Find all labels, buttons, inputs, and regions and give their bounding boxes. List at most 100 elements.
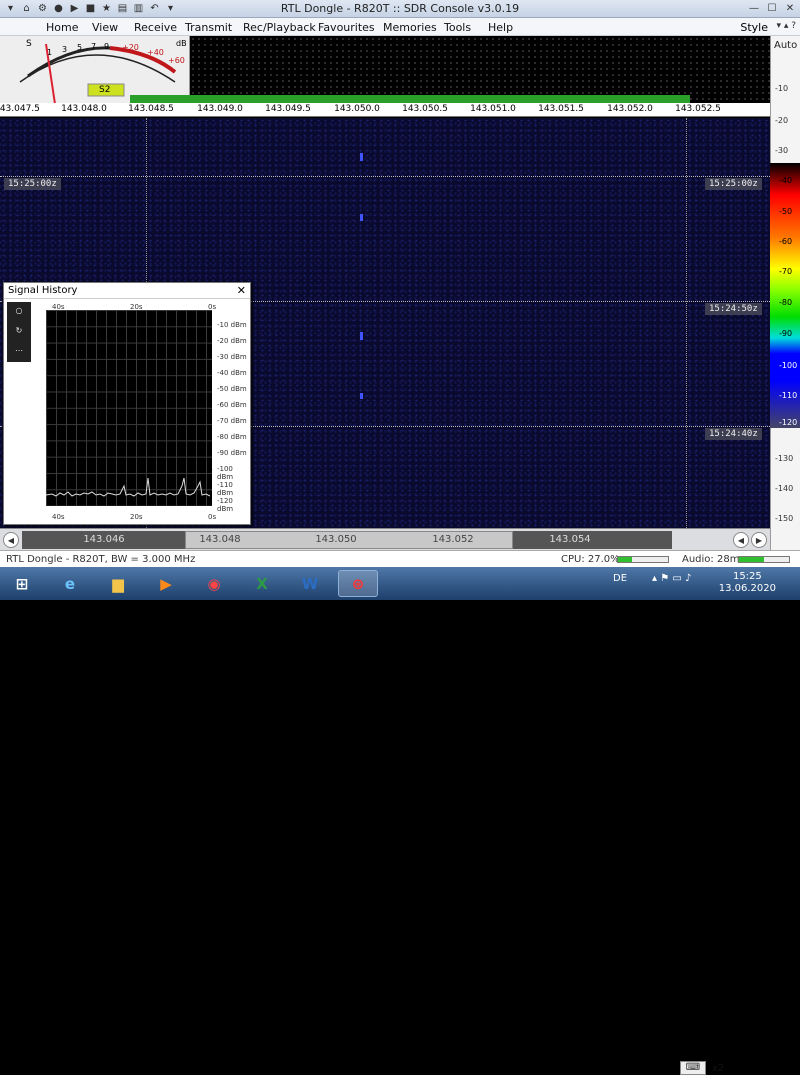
- menu-memories[interactable]: Memories: [383, 21, 437, 34]
- signal-history-titlebar[interactable]: Signal History ✕: [4, 283, 250, 299]
- signal-trace: [360, 214, 363, 221]
- refresh-icon[interactable]: ↻: [10, 326, 28, 340]
- chrome-icon[interactable]: ◉: [194, 570, 234, 597]
- scroll-left-icon[interactable]: ◀: [3, 532, 19, 548]
- freq-label: 143.049.0: [197, 104, 243, 114]
- status-bar: RTL Dongle - R820T, BW = 3.000 MHz CPU: …: [0, 550, 800, 567]
- menu-transmit[interactable]: Transmit: [185, 21, 232, 34]
- color-label: -60: [779, 237, 793, 246]
- maximize-button[interactable]: ☐: [764, 1, 780, 16]
- scroll-label: 143.052: [432, 534, 474, 545]
- device-status: RTL Dongle - R820T, BW = 3.000 MHz: [6, 554, 196, 565]
- menu-tools[interactable]: Tools: [444, 21, 471, 34]
- spectrum-display[interactable]: [190, 36, 770, 102]
- clock-time: 15:25: [732, 571, 762, 582]
- freq-label: 143.052.0: [607, 104, 653, 114]
- s-label: S: [26, 39, 32, 49]
- scale-plus60: +60: [168, 56, 185, 65]
- scroll-label: 143.046: [83, 534, 125, 545]
- color-label: -80: [779, 298, 793, 307]
- frequency-scrollbar[interactable]: ◀ 143.046 143.048 143.050 143.052 143.05…: [0, 528, 770, 1075]
- menu-home[interactable]: Home: [46, 21, 78, 34]
- audio-fill: [739, 557, 764, 562]
- window-controls: — ☐ ✕: [746, 1, 798, 16]
- scroll-label: 143.050: [315, 534, 357, 545]
- more-icon[interactable]: ⋯: [10, 346, 28, 360]
- style-menu[interactable]: Style: [740, 21, 768, 34]
- dbm-label: -50 dBm: [217, 385, 247, 393]
- record-icon[interactable]: ○: [10, 306, 28, 320]
- keyboard-icon[interactable]: ⌨: [680, 1061, 706, 1075]
- ribbon-toggle-icon[interactable]: ▾ ▴ ?: [776, 21, 796, 31]
- internet-explorer-icon[interactable]: e: [50, 570, 90, 597]
- menu-rec-playback[interactable]: Rec/Playback: [243, 21, 316, 34]
- menu-receive[interactable]: Receive: [134, 21, 177, 34]
- dbm-label: -90 dBm: [217, 449, 247, 457]
- menu-help[interactable]: Help: [488, 21, 513, 34]
- audio-progress: [738, 556, 790, 563]
- menu-favourites[interactable]: Favourites: [318, 21, 375, 34]
- time-tick: 20s: [130, 513, 143, 521]
- timestamp-left: 15:25:00z: [4, 178, 61, 190]
- scale-9: 9: [104, 42, 110, 51]
- scroll-right-icon[interactable]: ▶: [751, 532, 767, 548]
- scale-3: 3: [62, 45, 68, 54]
- file-explorer-icon[interactable]: ▆: [98, 570, 138, 597]
- dbm-label: -70 dBm: [217, 417, 247, 425]
- signal-history-toolbar: ○ ↻ ⋯: [7, 302, 31, 362]
- db-label: dB: [176, 39, 187, 48]
- s-meter: S dB 1 3 5 7 9 +20 +40 +60 S2: [0, 36, 190, 104]
- freq-label: 143.048.0: [61, 104, 107, 114]
- level-label: -140: [775, 484, 794, 493]
- bandwidth-bar[interactable]: [130, 95, 690, 103]
- zoom-select[interactable]: x2: [712, 1063, 724, 1074]
- language-indicator[interactable]: DE: [613, 573, 627, 584]
- signal-history-trace: [45, 477, 211, 497]
- signal-trace: [360, 153, 363, 161]
- signal-history-window[interactable]: Signal History ✕ ○ ↻ ⋯ 40s 20s 0s S4 -10…: [3, 282, 251, 525]
- grid-line: [686, 118, 687, 528]
- sdr-console-icon[interactable]: ⊛: [338, 570, 378, 597]
- audio-status: Audio: 28ms: [682, 554, 745, 565]
- timestamp-right: 15:24:50z: [705, 303, 762, 315]
- time-line: [0, 176, 770, 177]
- dbm-label: -80 dBm: [217, 433, 247, 441]
- s-meter-reading: S2: [99, 85, 111, 95]
- freq-label: 143.048.5: [128, 104, 174, 114]
- window-title: RTL Dongle - R820T :: SDR Console v3.0.1…: [280, 2, 520, 15]
- word-icon[interactable]: W: [290, 570, 330, 597]
- close-button[interactable]: ✕: [782, 1, 798, 16]
- start-button[interactable]: ⊞: [2, 570, 42, 597]
- cpu-status: CPU: 27.0%: [561, 554, 620, 565]
- minimize-button[interactable]: —: [746, 1, 762, 16]
- freq-label: 143.049.5: [265, 104, 311, 114]
- close-icon[interactable]: ✕: [237, 284, 246, 297]
- scroll-left-icon[interactable]: ◀: [733, 532, 749, 548]
- color-scale[interactable]: -40 -50 -60 -70 -80 -90 -100 -110 -120: [770, 163, 800, 428]
- signal-history-title: Signal History: [8, 285, 78, 296]
- frequency-scale[interactable]: 143.047.5 143.048.0 143.048.5 143.049.0 …: [0, 103, 770, 117]
- cpu-fill: [618, 557, 632, 562]
- menu-view[interactable]: View: [92, 21, 118, 34]
- media-player-icon[interactable]: ▶: [146, 570, 186, 597]
- title-bar: ▾ ⌂ ⚙ ● ▶ ■ ★ ▤ ▥ ↶ ▾ RTL Dongle - R820T…: [0, 0, 800, 18]
- dbm-label: -60 dBm: [217, 401, 247, 409]
- dbm-label: -120 dBm: [217, 497, 234, 513]
- freq-label: 143.050.0: [334, 104, 380, 114]
- time-tick: 40s: [52, 513, 65, 521]
- excel-icon[interactable]: X: [242, 570, 282, 597]
- scale-5: 5: [77, 43, 83, 52]
- color-label: -40: [779, 176, 793, 185]
- freq-label: 143.050.5: [402, 104, 448, 114]
- color-label: -100: [779, 361, 798, 370]
- freq-label: 143.051.5: [538, 104, 584, 114]
- timestamp-right: 15:24:40z: [705, 428, 762, 440]
- color-label: -70: [779, 267, 793, 276]
- signal-trace: [360, 393, 363, 399]
- clock[interactable]: 15:25 13.06.2020: [719, 571, 776, 595]
- color-label: -110: [779, 391, 798, 400]
- tray-icons[interactable]: ▴ ⚑ ▭ ♪: [652, 573, 691, 584]
- auto-button[interactable]: Auto: [774, 40, 797, 51]
- level-label: -130: [775, 454, 794, 463]
- freq-label: 143.052.5: [675, 104, 721, 114]
